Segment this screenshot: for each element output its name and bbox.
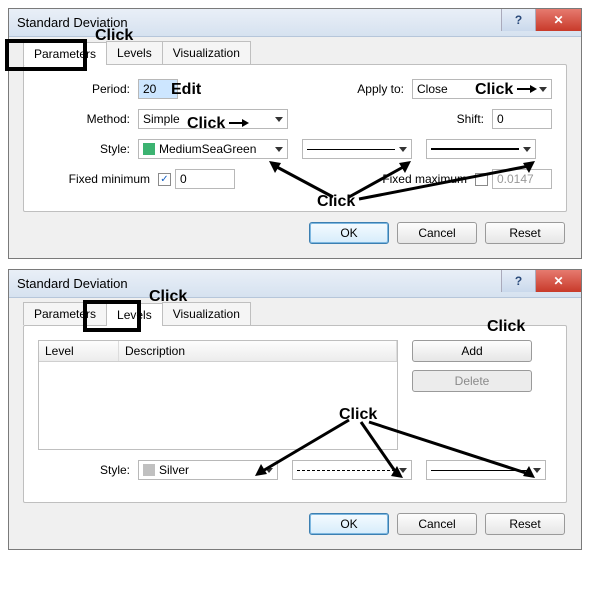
levels-grid[interactable]: Level Description [38,340,398,450]
style-line-type-select[interactable] [292,460,412,480]
delete-button: Delete [412,370,532,392]
help-button[interactable]: ? [501,270,535,292]
cancel-button[interactable]: Cancel [397,513,477,535]
help-button[interactable]: ? [501,9,535,31]
style-swatch [143,143,155,155]
style-line-type-select[interactable] [302,139,412,159]
ok-button[interactable]: OK [309,513,389,535]
tab-visualization[interactable]: Visualization [162,41,251,64]
titlebar: Standard Deviation ? ✕ [9,270,581,298]
grid-body[interactable] [39,362,397,449]
tab-levels[interactable]: Levels [106,303,163,326]
tabs: Parameters Levels Visualization [23,302,567,325]
titlebar: Standard Deviation ? ✕ [9,9,581,37]
fixed-max-input [492,169,552,189]
standard-deviation-dialog-parameters: Standard Deviation ? ✕ Parameters Levels… [8,8,582,259]
method-label: Method: [38,112,138,126]
dialog-footer: OK Cancel Reset [23,503,567,545]
style-line-width-select[interactable] [426,460,546,480]
tab-parameters[interactable]: Parameters [23,302,107,325]
method-value: Simple [143,112,180,126]
dialog-footer: OK Cancel Reset [23,212,567,254]
add-button[interactable]: Add [412,340,532,362]
style-color-name: MediumSeaGreen [159,142,256,156]
tab-visualization[interactable]: Visualization [162,302,251,325]
fixed-min-input[interactable] [175,169,235,189]
levels-panel: Level Description Add Delete Style: Silv… [23,325,567,503]
tab-parameters[interactable]: Parameters [23,42,107,65]
reset-button[interactable]: Reset [485,222,565,244]
col-description: Description [119,341,397,361]
style-line-width-select[interactable] [426,139,536,159]
style-color-name: Silver [159,463,189,477]
fixed-min-label: Fixed minimum [38,172,158,186]
window-title: Standard Deviation [17,276,128,291]
period-label: Period: [38,82,138,96]
style-color-select[interactable]: MediumSeaGreen [138,139,288,159]
reset-button[interactable]: Reset [485,513,565,535]
fixed-min-checkbox[interactable]: ✓ [158,173,171,186]
parameters-panel: Period: Apply to: Close Method: Simple S… [23,64,567,212]
close-button[interactable]: ✕ [535,270,581,292]
close-button[interactable]: ✕ [535,9,581,31]
cancel-button[interactable]: Cancel [397,222,477,244]
col-level: Level [39,341,119,361]
fixed-max-label: Fixed maximum [375,172,475,186]
shift-label: Shift: [422,112,492,126]
standard-deviation-dialog-levels: Standard Deviation ? ✕ Parameters Levels… [8,269,582,550]
method-select[interactable]: Simple [138,109,288,129]
tab-levels[interactable]: Levels [106,41,163,64]
ok-button[interactable]: OK [309,222,389,244]
window-title: Standard Deviation [17,15,128,30]
tabs: Parameters Levels Visualization [23,41,567,64]
style-swatch [143,464,155,476]
style-label: Style: [38,142,138,156]
period-input[interactable] [138,79,178,99]
applyto-label: Apply to: [342,82,412,96]
style-label: Style: [38,463,138,477]
fixed-max-checkbox[interactable] [475,173,488,186]
applyto-value: Close [417,82,448,96]
shift-input[interactable] [492,109,552,129]
grid-header: Level Description [39,341,397,362]
style-color-select[interactable]: Silver [138,460,278,480]
applyto-select[interactable]: Close [412,79,552,99]
